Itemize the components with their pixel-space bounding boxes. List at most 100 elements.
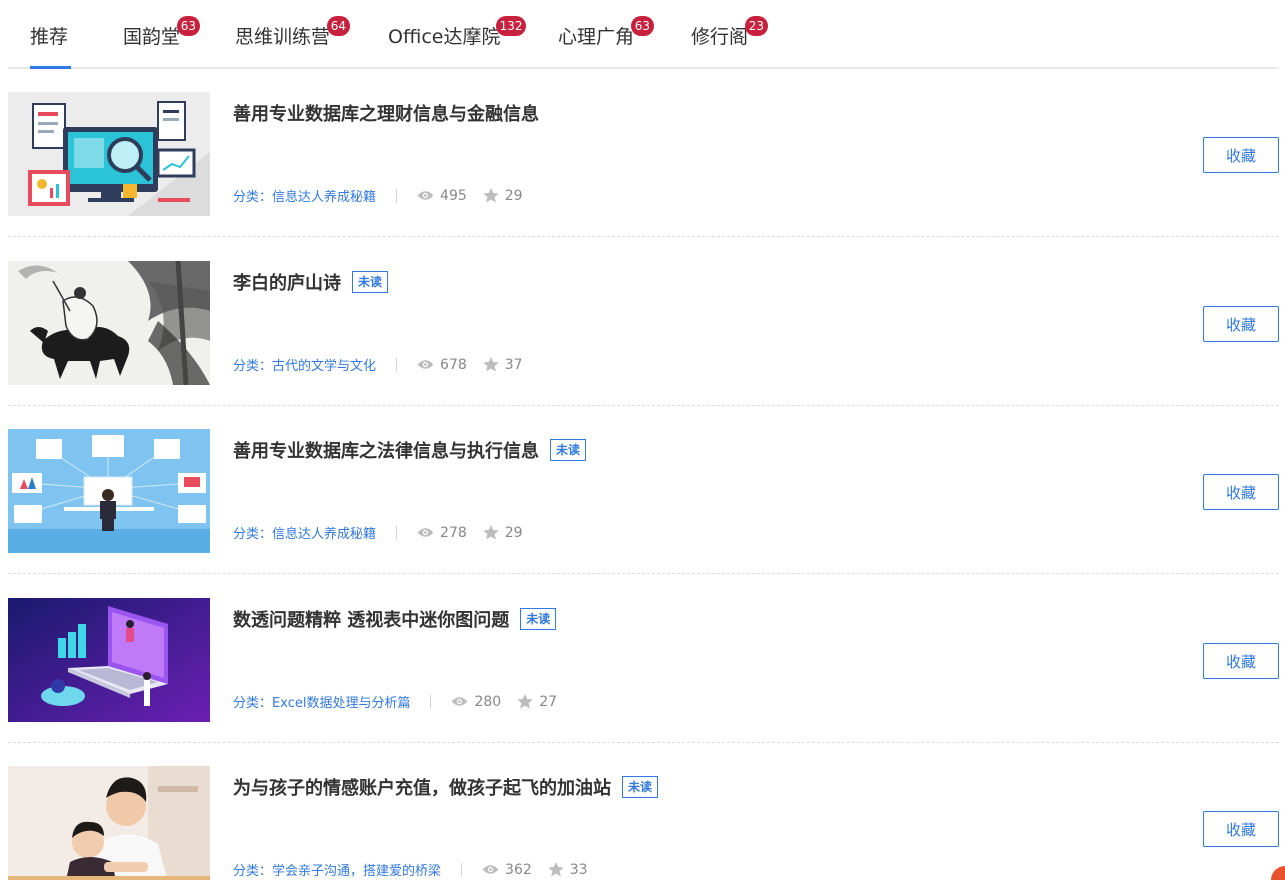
unread-badge: 未读: [352, 271, 389, 293]
view-count-value: 362: [505, 861, 532, 878]
tab-label: 思维训练营: [235, 26, 331, 48]
category-label: 分类：: [233, 696, 273, 711]
tab-label: Office达摩院: [388, 26, 501, 48]
meta-divider: [396, 357, 398, 372]
item-divider: [8, 405, 1279, 406]
article-item[interactable]: 善用专业数据库之法律信息与执行信息 未读 分类： 信息达人养成秘籍 278 29…: [8, 429, 1279, 574]
legal-data-illustration: [8, 429, 210, 553]
category-label: 分类：: [233, 359, 273, 374]
tab-label: 推荐: [30, 26, 69, 48]
count-badge: 64: [326, 16, 351, 36]
tab-recommend[interactable]: 推荐: [30, 22, 68, 49]
view-count: 362: [482, 862, 532, 878]
category-link[interactable]: 古代的文学与文化: [272, 355, 376, 374]
category-link[interactable]: 信息达人养成秘籍: [272, 523, 376, 542]
article-thumbnail[interactable]: [8, 766, 210, 880]
article-meta: 分类： 信息达人养成秘籍 495 29: [233, 186, 523, 206]
count-badge: 63: [176, 16, 201, 36]
article-item[interactable]: 数透问题精粹 透视表中迷你图问题 未读 分类： Excel数据处理与分析篇 28…: [8, 598, 1279, 743]
article-meta: 分类： 学会亲子沟通，搭建爱的桥梁 362 33: [233, 860, 588, 880]
category-link[interactable]: Excel数据处理与分析篇: [272, 692, 410, 711]
star-icon: [482, 525, 499, 540]
view-count-value: 678: [440, 356, 467, 373]
article-meta: 分类： Excel数据处理与分析篇 280 27: [233, 692, 557, 712]
article-thumbnail[interactable]: [8, 261, 210, 385]
article-meta: 分类： 古代的文学与文化 678 37: [233, 355, 523, 375]
eye-icon: [451, 697, 468, 706]
article-item[interactable]: 为与孩子的情感账户充值，做孩子起飞的加油站 未读 分类： 学会亲子沟通，搭建爱的…: [8, 766, 1279, 880]
favorite-count: 37: [482, 357, 523, 373]
unread-badge: 未读: [520, 608, 557, 630]
article-meta: 分类： 信息达人养成秘籍 278 29: [233, 523, 523, 543]
favorite-count: 29: [482, 524, 523, 541]
favorite-count-value: 29: [504, 524, 523, 541]
article-title[interactable]: 善用专业数据库之理财信息与金融信息: [233, 100, 539, 126]
unread-badge: 未读: [622, 776, 659, 798]
category-tabs: 推荐 国韵堂 63 思维训练营 64 Office达摩院 132 心理广角 63…: [8, 0, 1279, 69]
article-thumbnail[interactable]: [8, 429, 210, 553]
laptop-pivot-illustration: [8, 598, 210, 722]
category-label: 分类：: [233, 864, 273, 879]
tab-label: 修行阁: [691, 26, 749, 48]
meta-divider: [396, 188, 398, 203]
article-title[interactable]: 李白的庐山诗: [233, 269, 341, 295]
ink-painting-illustration: [8, 261, 210, 385]
view-count: 280: [451, 694, 501, 710]
star-icon: [547, 862, 564, 877]
article-title[interactable]: 善用专业数据库之法律信息与执行信息: [233, 437, 539, 463]
article-item[interactable]: 善用专业数据库之理财信息与金融信息 分类： 信息达人养成秘籍 495 29 收藏: [8, 92, 1279, 237]
favorite-button[interactable]: 收藏: [1203, 811, 1279, 847]
favorite-count-value: 33: [569, 861, 588, 878]
count-badge: 63: [630, 16, 655, 36]
tab-practice-pavilion[interactable]: 修行阁 23: [691, 16, 769, 49]
favorite-count: 27: [517, 694, 557, 710]
view-count-value: 280: [474, 693, 502, 710]
item-divider: [8, 573, 1279, 574]
favorite-button[interactable]: 收藏: [1203, 474, 1279, 510]
meta-divider: [461, 862, 463, 877]
tab-office-academy[interactable]: Office达摩院 132: [388, 16, 527, 49]
article-title[interactable]: 为与孩子的情感账户充值，做孩子起飞的加油站: [233, 774, 611, 800]
star-icon: [517, 694, 533, 709]
favorite-count-value: 29: [504, 187, 523, 204]
item-divider: [8, 742, 1279, 743]
item-divider: [8, 236, 1279, 237]
count-badge: 132: [495, 16, 527, 36]
favorite-button[interactable]: 收藏: [1203, 137, 1279, 173]
article-thumbnail[interactable]: [8, 92, 210, 216]
eye-icon: [417, 360, 434, 369]
tab-guoyuntang[interactable]: 国韵堂 63: [123, 16, 201, 49]
article-thumbnail[interactable]: [8, 598, 210, 722]
category-link[interactable]: 学会亲子沟通，搭建爱的桥梁: [272, 860, 441, 879]
favorite-count: 33: [547, 861, 588, 878]
eye-icon: [482, 865, 499, 874]
tab-label: 心理广角: [558, 26, 635, 48]
view-count: 678: [417, 357, 467, 373]
article-title[interactable]: 数透问题精粹 透视表中迷你图问题: [233, 606, 509, 632]
meta-divider: [430, 694, 432, 709]
favorite-count: 29: [482, 187, 523, 204]
meta-divider: [396, 525, 398, 540]
tab-thinking-camp[interactable]: 思维训练营 64: [235, 16, 351, 49]
view-count: 278: [417, 525, 467, 541]
star-icon: [482, 188, 499, 203]
favorite-count-value: 27: [539, 693, 558, 710]
count-badge: 23: [744, 16, 769, 36]
favorite-button[interactable]: 收藏: [1203, 306, 1279, 342]
view-count: 495: [417, 188, 467, 204]
category-label: 分类：: [233, 527, 273, 542]
tab-label: 国韵堂: [123, 26, 181, 48]
data-analysis-illustration: [8, 92, 210, 216]
article-item[interactable]: 李白的庐山诗 未读 分类： 古代的文学与文化 678 37 收藏: [8, 261, 1279, 406]
unread-badge: 未读: [550, 439, 587, 461]
eye-icon: [417, 191, 434, 200]
parent-child-photo: [8, 766, 210, 880]
view-count-value: 278: [440, 524, 467, 541]
eye-icon: [417, 528, 434, 537]
view-count-value: 495: [440, 187, 467, 204]
star-icon: [482, 357, 499, 372]
category-link[interactable]: 信息达人养成秘籍: [272, 186, 376, 205]
favorite-button[interactable]: 收藏: [1203, 643, 1279, 679]
active-tab-indicator: [30, 66, 71, 69]
tab-psychology[interactable]: 心理广角 63: [558, 16, 655, 49]
